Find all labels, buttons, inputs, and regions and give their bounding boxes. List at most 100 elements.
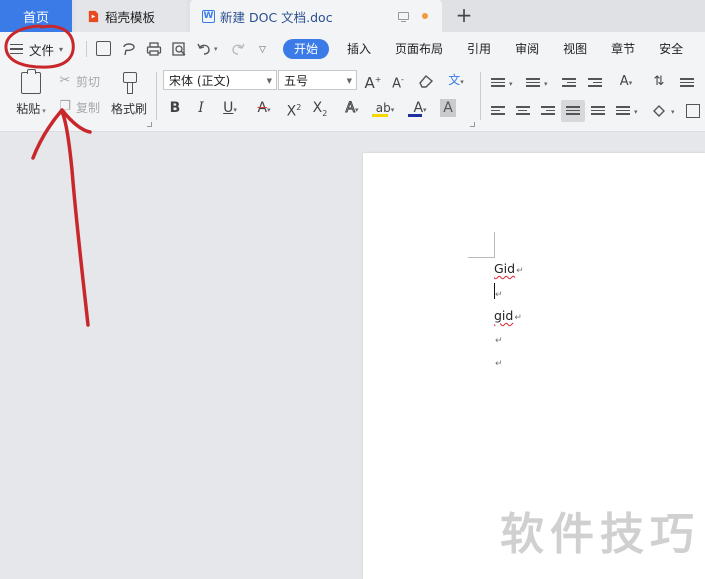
- align-justify-icon: [566, 106, 580, 118]
- text-direction-button[interactable]: A▾: [612, 73, 640, 91]
- docer-logo-icon: [88, 10, 99, 22]
- paste-button[interactable]: 粘贴 ▾: [12, 69, 50, 120]
- tab-home[interactable]: 首页: [0, 0, 72, 32]
- cut-label: 剪切: [76, 74, 101, 89]
- file-menu-label: 文件: [29, 42, 55, 58]
- borders-icon[interactable]: [686, 104, 700, 118]
- divider: [480, 72, 481, 120]
- highlight-color-bar: [372, 114, 388, 117]
- tab-references[interactable]: 引用: [455, 39, 503, 59]
- grow-font-button[interactable]: A+: [364, 71, 382, 92]
- tab-review[interactable]: 审阅: [503, 39, 551, 59]
- save-icon[interactable]: [96, 41, 111, 56]
- clipboard-icon: [21, 69, 41, 94]
- document-workspace[interactable]: ▾ Gid↵ ↵ gid↵ ↵ ↵ 软件技巧: [0, 133, 705, 579]
- tab-page-layout[interactable]: 页面布局: [383, 39, 455, 59]
- chevron-down-icon: ▾: [355, 106, 359, 114]
- chevron-down-icon: ▾: [390, 106, 395, 114]
- align-center-icon[interactable]: [516, 106, 530, 118]
- document-line-5[interactable]: ↵: [494, 354, 503, 369]
- strikethrough-button[interactable]: A▾: [250, 99, 278, 117]
- menu-tabs: 开始 插入 页面布局 引用 审阅 视图 章节 安全: [283, 39, 695, 59]
- shrink-font-button[interactable]: A-: [389, 71, 407, 91]
- line-break-icon[interactable]: [680, 78, 694, 90]
- tab-document[interactable]: W 新建 DOC 文档.doc: [190, 0, 442, 32]
- chevron-down-icon[interactable]: ▾: [509, 80, 513, 88]
- document-line-4[interactable]: ↵: [494, 331, 503, 346]
- paragraph-mark: ↵: [495, 359, 503, 369]
- paste-label: 粘贴: [16, 102, 41, 116]
- italic-button[interactable]: I: [193, 99, 209, 117]
- paragraph-mark: ↵: [516, 266, 524, 276]
- chevron-down-icon[interactable]: ▾: [671, 108, 675, 116]
- copy-icon: ❐: [59, 99, 71, 114]
- monitor-icon[interactable]: [398, 12, 409, 23]
- clipboard-dialog-launcher[interactable]: [147, 122, 152, 127]
- superscript-button[interactable]: X2: [284, 99, 304, 120]
- font-family-select[interactable]: 宋体 (正文) ▼: [163, 70, 277, 90]
- tab-security[interactable]: 安全: [647, 39, 695, 59]
- redo-icon[interactable]: [230, 41, 246, 57]
- increase-indent-icon[interactable]: [588, 78, 602, 90]
- align-right-icon[interactable]: [541, 106, 555, 118]
- font-size-select[interactable]: 五号 ▼: [278, 70, 357, 90]
- scissors-icon: ✂: [59, 73, 71, 88]
- document-line-1[interactable]: Gid↵: [494, 261, 524, 276]
- copy-button[interactable]: ❐ 复制: [58, 98, 100, 116]
- menu-row: 文件 ▾ ▾ ▽ 开始 插入 页面布局 引用 审阅 视图 章节 安全: [0, 32, 705, 66]
- bold-button[interactable]: B: [167, 99, 183, 117]
- tab-start[interactable]: 开始: [283, 39, 330, 59]
- divider: [156, 72, 157, 120]
- undo-dropdown-icon[interactable]: ▾: [214, 45, 218, 53]
- font-family-value: 宋体 (正文): [169, 73, 231, 88]
- decrease-indent-icon[interactable]: [562, 78, 576, 90]
- numbered-list-icon[interactable]: [526, 78, 540, 90]
- print-preview-icon[interactable]: [171, 41, 187, 57]
- font-dialog-launcher[interactable]: [470, 122, 475, 127]
- format-painter-button[interactable]: 格式刷: [108, 70, 150, 117]
- distributed-align-icon[interactable]: [591, 106, 605, 118]
- line-spacing-icon[interactable]: [616, 106, 630, 118]
- chevron-down-icon[interactable]: ▾: [634, 108, 638, 116]
- tab-chapter[interactable]: 章节: [599, 39, 647, 59]
- subscript-button[interactable]: X2: [310, 99, 330, 118]
- word-doc-icon: W: [202, 9, 215, 23]
- new-tab-button[interactable]: +: [452, 3, 476, 27]
- undo-icon[interactable]: [196, 41, 212, 57]
- shading-bucket-icon[interactable]: [651, 102, 669, 120]
- justify-button[interactable]: [561, 100, 585, 122]
- chevron-down-icon: ▾: [460, 78, 464, 86]
- eraser-icon[interactable]: [417, 72, 435, 90]
- font-color-button[interactable]: A▾: [406, 99, 434, 117]
- chevron-down-icon: ▾: [42, 107, 46, 115]
- character-shading-button[interactable]: A: [440, 99, 456, 117]
- chevron-down-icon: ▼: [346, 77, 352, 85]
- bullet-list-icon[interactable]: [491, 78, 505, 90]
- home-toolbar: 粘贴 ▾ ✂ 剪切 ❐ 复制 格式刷 宋体 (正文) ▼ 五号 ▼ A+ A- …: [0, 66, 705, 132]
- tab-template[interactable]: 稻壳模板: [75, 0, 187, 32]
- paragraph-mark: ↵: [514, 313, 522, 323]
- highlight-button[interactable]: ab▾: [370, 99, 400, 117]
- more-icon[interactable]: ▽: [259, 45, 266, 55]
- lasso-icon[interactable]: [121, 41, 137, 57]
- cut-button[interactable]: ✂ 剪切: [58, 72, 100, 90]
- file-menu-button[interactable]: 文件 ▾: [10, 38, 63, 60]
- paragraph-mark: ↵: [495, 336, 503, 346]
- pinyin-guide-button[interactable]: 文▾: [443, 71, 469, 89]
- tab-template-label: 稻壳模板: [105, 9, 156, 25]
- sort-icon[interactable]: ⇅: [650, 73, 668, 91]
- text-effect-button[interactable]: A▾: [338, 99, 366, 117]
- tab-view[interactable]: 视图: [551, 39, 599, 59]
- chevron-down-icon[interactable]: ▾: [544, 80, 548, 88]
- underline-button[interactable]: U▾: [217, 99, 243, 117]
- chevron-down-icon: ▼: [266, 77, 272, 85]
- chevron-down-icon: ▾: [267, 106, 271, 114]
- unsaved-indicator: [422, 13, 428, 19]
- document-line-3[interactable]: gid↵: [494, 308, 522, 323]
- document-line-2[interactable]: ↵: [494, 285, 503, 300]
- chevron-down-icon: ▾: [423, 106, 427, 114]
- margin-corner-mark: [468, 232, 495, 258]
- tab-insert[interactable]: 插入: [335, 39, 383, 59]
- print-icon[interactable]: [146, 41, 162, 57]
- align-left-icon[interactable]: [491, 106, 505, 118]
